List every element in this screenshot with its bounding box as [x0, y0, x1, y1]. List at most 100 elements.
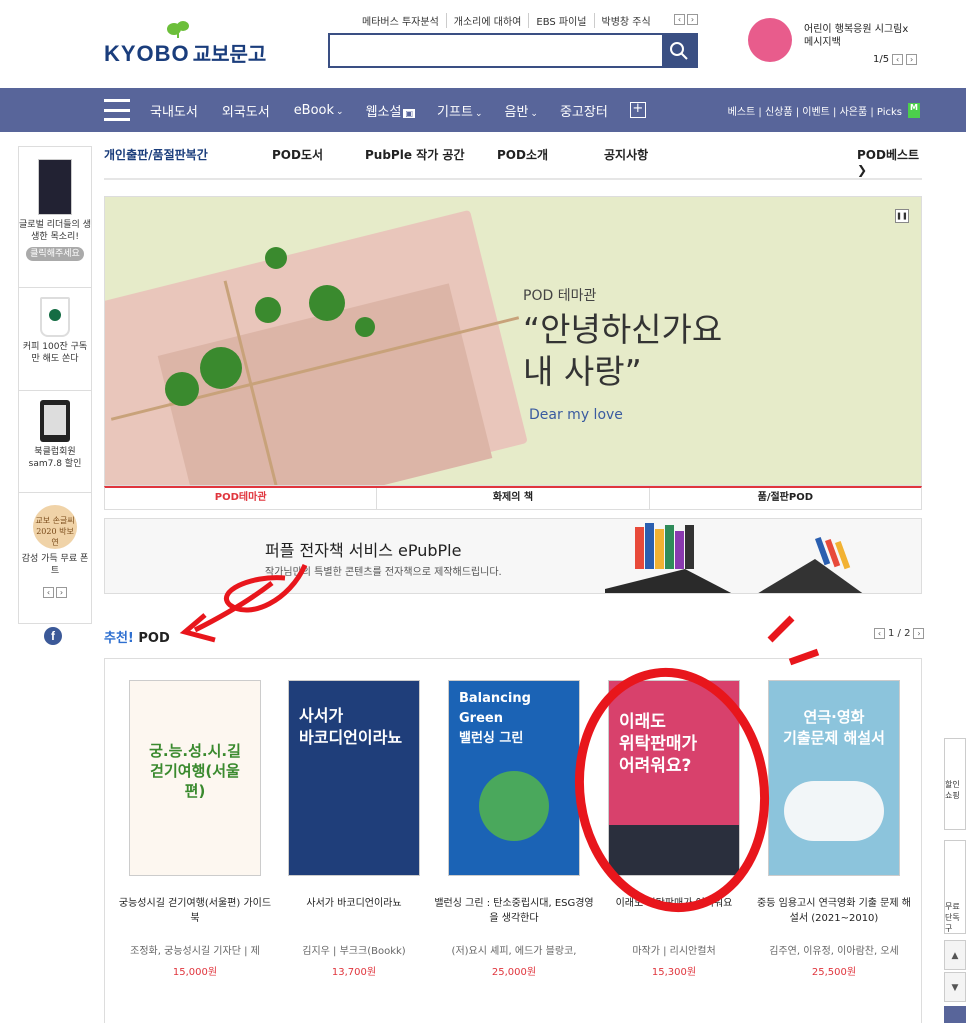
search-input[interactable] — [330, 35, 660, 66]
sidebar-item-bookclub[interactable]: 북클럽회원 sam7.8 할인 — [19, 394, 91, 470]
book-cover[interactable]: 사서가 바코디언이라뇨 — [288, 680, 420, 876]
subnav-item[interactable]: POD베스트 ❯ — [857, 146, 922, 177]
scroll-top-icon[interactable] — [944, 1006, 966, 1023]
sidebar-item-font[interactable]: 교보 손글씨 2020 박보연 감성 가득 무료 폰트 ‹ › — [19, 497, 91, 598]
logo-korean: 교보문고 — [192, 42, 267, 66]
next-arrow-icon[interactable]: › — [906, 54, 918, 65]
book-cover[interactable]: Balancing Green 밸런싱 그린 — [448, 680, 580, 876]
facebook-icon[interactable]: f — [44, 627, 62, 645]
book-card[interactable]: 궁.능.성.시.길 걷기여행(서울편) 궁능성시길 걷기여행(서울편) 가이드북… — [115, 680, 275, 978]
webnovel-badge-icon: ▣ — [403, 108, 416, 118]
nav-item[interactable]: 웹소설 ▣ — [366, 101, 416, 120]
sidebar-item-coffee[interactable]: 커피 100잔 구독만 해도 쏜다 — [19, 291, 91, 365]
promo-pager: 1/5 ‹ › — [873, 54, 918, 65]
subnav-divider — [104, 178, 922, 180]
nav-item[interactable]: 중고장터 — [560, 101, 608, 120]
top-link[interactable]: 박병창 주식 — [595, 13, 658, 28]
book-card[interactable]: 사서가 바코디언이라뇨 사서가 바코디언이라뇨 김지우 | 부크크(Bookk)… — [274, 680, 434, 978]
book-card[interactable]: 이래도 위탁판매가 어려워요? 이래도 위탁판매가 어려워요 마작가 | 리시안… — [594, 680, 754, 978]
cover-title: 연극·영화 기출문제 해설서 — [783, 708, 885, 747]
nav-item[interactable]: eBook ⌄ — [294, 103, 344, 118]
nav-right-links[interactable]: 베스트 | 신상품 | 이벤트 | 사은품 | Picks M — [728, 103, 920, 118]
book-cover[interactable]: 연극·영화 기출문제 해설서 — [768, 680, 900, 876]
left-sidebar: 글로벌 리더들의 생생한 목소리! 클릭해주세요 커피 100잔 구독만 해도 … — [18, 146, 92, 624]
book-cover[interactable]: 궁.능.성.시.길 걷기여행(서울편) — [129, 680, 261, 876]
pubple-banner[interactable]: 퍼플 전자책 서비스 ePubPle 작가님만의 특별한 콘텐츠를 전자책으로 … — [104, 518, 922, 594]
prev-arrow-icon[interactable]: ‹ — [674, 14, 685, 25]
banner-subtitle: POD 테마관 — [523, 288, 597, 304]
menu-icon[interactable] — [104, 99, 130, 121]
scroll-up-icon[interactable]: ▲ — [944, 940, 966, 970]
book-title[interactable]: 궁능성시길 걷기여행(서울편) 가이드북 — [115, 896, 275, 928]
prev-arrow-icon[interactable]: ‹ — [43, 587, 54, 598]
subnav-item[interactable]: 공지사항 — [604, 146, 648, 163]
book-card[interactable]: 연극·영화 기출문제 해설서 중등 임용고시 연극영화 기출 문제 해설서 (2… — [754, 680, 914, 978]
book-author: 마작가 | 리시안컬처 — [632, 946, 716, 957]
recommend-pager: ‹ 1 / 2 › — [874, 628, 925, 639]
banner-english: Dear my love — [529, 407, 623, 423]
search-button[interactable] — [662, 35, 696, 66]
book-thumbnail — [38, 159, 72, 215]
nav-item[interactable]: 국내도서 — [150, 101, 200, 120]
cover-title: Balancing Green 밸런싱 그린 — [459, 691, 531, 746]
main-nav: 국내도서 외국도서 eBook ⌄ 웹소설 ▣ 기프트 ⌄ 음반 ⌄ 중고장터 + 베스… — [0, 88, 966, 132]
search-box — [328, 33, 698, 68]
floater-item[interactable]: 할인 쇼핑 — [944, 738, 966, 830]
banner-title: “안녕하신가요 내 사랑” — [523, 310, 723, 391]
top-link[interactable]: EBS 파이널 — [529, 13, 595, 28]
pod-subnav: 개인출판/품절판복간 POD도서 PubPle 작가 공간 POD소개 공지사항… — [104, 146, 922, 177]
banner-tabs: POD테마관 화제의 책 품/절판POD — [104, 486, 922, 510]
books-laptop-illustration — [605, 523, 863, 593]
book-cover[interactable]: 이래도 위탁판매가 어려워요? — [608, 680, 740, 876]
recommend-page-count: 1 / 2 — [888, 628, 911, 639]
sidebar-item-global-leaders[interactable]: 글로벌 리더들의 생생한 목소리! 클릭해주세요 — [19, 153, 91, 261]
subnav-item[interactable]: POD소개 — [497, 146, 548, 163]
book-title[interactable]: 이래도 위탁판매가 어려워요 — [594, 896, 754, 928]
book-price: 15,000원 — [172, 967, 218, 978]
pause-icon[interactable]: ❚❚ — [895, 209, 909, 223]
book-price: 25,500원 — [811, 967, 857, 978]
nav-item[interactable]: 음반 ⌄ — [504, 101, 537, 120]
subnav-item[interactable]: PubPle 작가 공간 — [365, 146, 465, 163]
ereader-icon — [40, 400, 70, 442]
top-link[interactable]: 메타버스 투자분석 — [362, 13, 447, 28]
tab-hot-books[interactable]: 화제의 책 — [377, 488, 650, 509]
logo-leaf-icon — [167, 21, 189, 38]
scroll-down-icon[interactable]: ▼ — [944, 972, 966, 1002]
book-price: 13,700원 — [331, 967, 377, 978]
prev-arrow-icon[interactable]: ‹ — [874, 628, 885, 639]
book-title[interactable]: 사서가 바코디언이라뇨 — [274, 896, 434, 928]
click-button[interactable]: 클릭해주세요 — [26, 247, 84, 261]
nav-item[interactable]: 기프트 ⌄ — [437, 101, 482, 120]
recommend-title: 추천! POD — [104, 631, 170, 646]
kyobo-logo[interactable]: KYOBO 교보문고 — [104, 20, 266, 67]
subnav-item[interactable]: POD도서 — [272, 146, 323, 163]
floater-item[interactable]: 무료 단독구 — [944, 840, 966, 934]
book-author: 조정화, 궁능성시길 기자단 | 제 — [130, 946, 260, 957]
book-author: 김지우 | 부크크(Bookk) — [302, 946, 406, 957]
next-arrow-icon[interactable]: › — [687, 14, 698, 25]
book-author: (저)요시 셰피, 에드가 블랑코, — [451, 946, 577, 957]
book-card[interactable]: Balancing Green 밸런싱 그린 밸런싱 그린 : 탄소중립시대, … — [434, 680, 594, 978]
globe-image — [479, 771, 549, 841]
pubple-title: 퍼플 전자책 서비스 ePubPle — [265, 541, 462, 560]
tab-outofprint-pod[interactable]: 품/절판POD — [650, 488, 921, 509]
book-title[interactable]: 중등 임용고시 연극영화 기출 문제 해설서 (2021~2010) — [754, 896, 914, 928]
annotation-arrowhead — [179, 613, 216, 643]
pubple-subtitle: 작가님만의 특별한 콘텐츠를 전자책으로 제작해드립니다. — [265, 567, 502, 578]
nav-item[interactable]: 외국도서 — [222, 101, 272, 120]
book-title[interactable]: 밸런싱 그린 : 탄소중립시대, ESG경영을 생각한다 — [434, 896, 594, 928]
prev-arrow-icon[interactable]: ‹ — [892, 54, 904, 65]
cover-title: 궁.능.성.시.길 걷기여행(서울편) — [149, 742, 241, 800]
next-arrow-icon[interactable]: › — [56, 587, 67, 598]
top-links-pager: ‹ › — [674, 14, 698, 25]
promo-illustration — [748, 18, 792, 62]
plus-icon[interactable]: + — [629, 102, 646, 118]
next-arrow-icon[interactable]: › — [913, 628, 925, 639]
cover-title: 이래도 위탁판매가 어려워요? — [619, 712, 698, 776]
top-link[interactable]: 개소리에 대하여 — [447, 13, 530, 28]
pod-theme-banner[interactable]: POD 테마관 “안녕하신가요 내 사랑” Dear my love ❚❚ — [104, 196, 922, 486]
subnav-item[interactable]: 개인출판/품절판복간 — [104, 146, 208, 163]
font-badge: 교보 손글씨 2020 박보연 — [33, 505, 77, 549]
tab-pod-theme[interactable]: POD테마관 — [105, 488, 378, 509]
